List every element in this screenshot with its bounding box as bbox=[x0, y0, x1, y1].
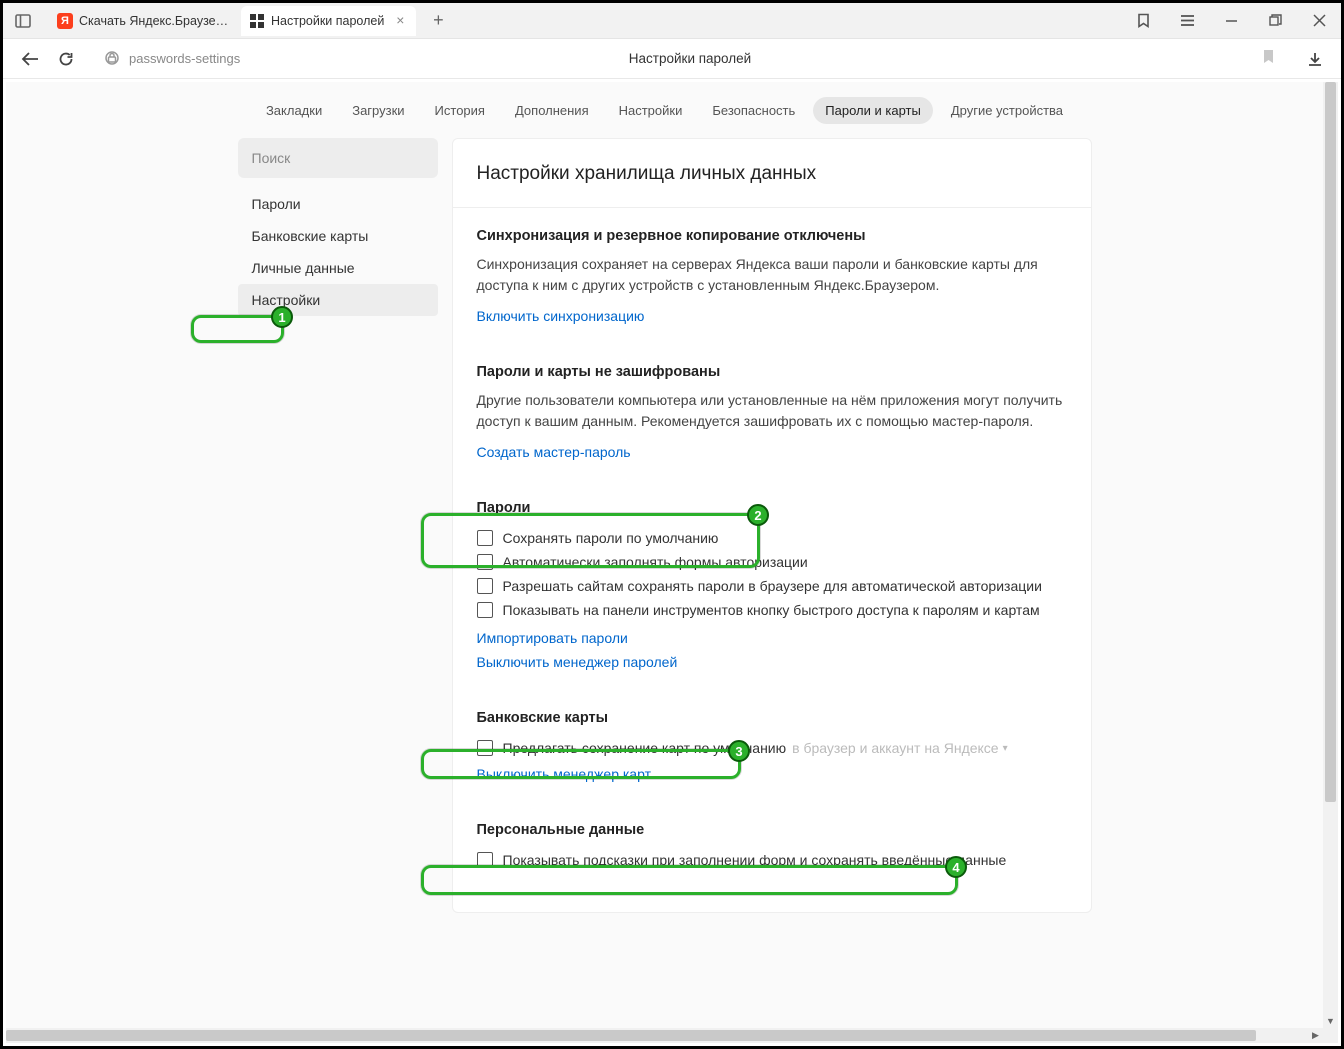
sidebar-item[interactable]: Настройки bbox=[238, 284, 438, 316]
browser-tab-inactive[interactable]: Я Скачать Яндекс.Браузер д bbox=[49, 6, 239, 36]
encryption-heading: Пароли и карты не зашифрованы bbox=[477, 364, 1067, 380]
new-tab-button[interactable]: + bbox=[424, 7, 452, 35]
checkbox-icon bbox=[477, 852, 493, 868]
checkbox-save-passwords[interactable]: Сохранять пароли по умолчанию bbox=[477, 526, 1067, 550]
tab-close-button[interactable]: × bbox=[392, 13, 408, 29]
checkbox-label: Разрешать сайтам сохранять пароли в брау… bbox=[503, 578, 1042, 594]
passwords-section: Пароли Сохранять пароли по умолчанию Авт… bbox=[477, 500, 1067, 678]
search-placeholder: Поиск bbox=[252, 150, 291, 166]
downloads-button[interactable] bbox=[1301, 45, 1329, 73]
window-close-button[interactable] bbox=[1297, 3, 1341, 39]
enable-sync-link[interactable]: Включить синхронизацию bbox=[477, 308, 645, 324]
settings-nav-item[interactable]: Загрузки bbox=[340, 97, 416, 124]
checkbox-save-cards[interactable]: Предлагать сохранение карт по умолчанию … bbox=[477, 736, 1067, 760]
window-controls bbox=[1121, 3, 1341, 39]
encryption-description: Другие пользователи компьютера или устан… bbox=[477, 390, 1067, 432]
page-title-centered: Настройки паролей bbox=[629, 51, 751, 66]
settings-nav-item[interactable]: Закладки bbox=[254, 97, 334, 124]
sidebar-item[interactable]: Банковские карты bbox=[238, 220, 438, 252]
checkbox-icon bbox=[477, 602, 493, 618]
content-viewport: ЗакладкиЗагрузкиИсторияДополненияНастрой… bbox=[6, 82, 1323, 1028]
address-bar: passwords-settings Настройки паролей bbox=[3, 39, 1341, 79]
checkbox-label: Сохранять пароли по умолчанию bbox=[503, 530, 719, 546]
checkbox-icon bbox=[477, 740, 493, 756]
checkbox-show-toolbar-button[interactable]: Показывать на панели инструментов кнопку… bbox=[477, 598, 1067, 622]
checkbox-icon bbox=[477, 578, 493, 594]
checkbox-label: Показывать на панели инструментов кнопку… bbox=[503, 602, 1040, 618]
settings-main-panel: Настройки хранилища личных данных Синхро… bbox=[452, 138, 1092, 913]
settings-nav-item[interactable]: Настройки bbox=[607, 97, 695, 124]
create-master-password-link[interactable]: Создать мастер-пароль bbox=[477, 444, 631, 460]
scrollbar-thumb[interactable] bbox=[6, 1030, 1256, 1041]
scrollbar-thumb[interactable] bbox=[1325, 82, 1336, 802]
settings-nav-item[interactable]: Пароли и карты bbox=[813, 97, 933, 124]
cards-section: Банковские карты Предлагать сохранение к… bbox=[477, 710, 1067, 790]
settings-favicon-icon bbox=[249, 13, 265, 29]
bookmark-button[interactable] bbox=[1262, 49, 1275, 69]
personal-section: Персональные данные Показывать подсказки… bbox=[477, 822, 1067, 872]
panel-toggle-button[interactable] bbox=[9, 7, 37, 35]
settings-nav-item[interactable]: История bbox=[423, 97, 497, 124]
cards-heading: Банковские карты bbox=[477, 710, 1067, 726]
panel-title: Настройки хранилища личных данных bbox=[477, 163, 1067, 185]
sync-section: Синхронизация и резервное копирование от… bbox=[477, 228, 1067, 332]
checkbox-icon bbox=[477, 554, 493, 570]
yandex-favicon-icon: Я bbox=[57, 13, 73, 29]
checkbox-label: Показывать подсказки при заполнении форм… bbox=[503, 852, 1007, 868]
checkbox-autofill-forms[interactable]: Автоматически заполнять формы авторизаци… bbox=[477, 550, 1067, 574]
address-text: passwords-settings bbox=[129, 51, 240, 66]
checkbox-show-form-hints[interactable]: Показывать подсказки при заполнении форм… bbox=[477, 848, 1067, 872]
checkbox-label: Предлагать сохранение карт по умолчанию bbox=[503, 740, 787, 756]
scroll-right-arrow-icon[interactable]: ▶ bbox=[1308, 1028, 1323, 1043]
import-passwords-link[interactable]: Импортировать пароли bbox=[477, 630, 628, 646]
chevron-down-icon[interactable]: ▾ bbox=[1003, 743, 1008, 754]
settings-body: Поиск ПаролиБанковские картыЛичные данны… bbox=[6, 138, 1323, 913]
vertical-scrollbar[interactable]: ▲ ▼ bbox=[1323, 82, 1338, 1028]
settings-search-input[interactable]: Поиск bbox=[238, 138, 438, 178]
settings-top-nav: ЗакладкиЗагрузки ИсторияДополненияНастрой… bbox=[6, 82, 1323, 138]
tab-label: Скачать Яндекс.Браузер д bbox=[79, 14, 231, 28]
sync-heading: Синхронизация и резервное копирование от… bbox=[477, 228, 1067, 244]
settings-sidebar: Поиск ПаролиБанковские картыЛичные данны… bbox=[238, 138, 438, 913]
site-info-icon[interactable] bbox=[105, 51, 121, 67]
personal-heading: Персональные данные bbox=[477, 822, 1067, 838]
passwords-heading: Пароли bbox=[477, 500, 1067, 516]
encryption-section: Пароли и карты не зашифрованы Другие пол… bbox=[477, 364, 1067, 468]
divider bbox=[453, 207, 1091, 208]
window-maximize-button[interactable] bbox=[1253, 3, 1297, 39]
scroll-down-arrow-icon[interactable]: ▼ bbox=[1323, 1013, 1338, 1028]
sync-description: Синхронизация сохраняет на серверах Янде… bbox=[477, 254, 1067, 296]
back-button[interactable] bbox=[15, 44, 45, 74]
settings-nav-item[interactable]: Дополнения bbox=[503, 97, 601, 124]
checkbox-allow-sites-save[interactable]: Разрешать сайтам сохранять пароли в брау… bbox=[477, 574, 1067, 598]
reload-button[interactable] bbox=[51, 44, 81, 74]
browser-tab-active[interactable]: Настройки паролей × bbox=[241, 6, 416, 36]
tab-strip: Я Скачать Яндекс.Браузер д Настройки пар… bbox=[3, 3, 1341, 39]
menu-button[interactable] bbox=[1165, 3, 1209, 39]
bookmarks-tray-button[interactable] bbox=[1121, 3, 1165, 39]
horizontal-scrollbar[interactable]: ◀ ▶ bbox=[6, 1028, 1323, 1043]
settings-nav-item[interactable]: Другие устройства bbox=[939, 97, 1075, 124]
cards-save-target-hint: в браузер и аккаунт на Яндексе bbox=[792, 740, 998, 756]
disable-password-manager-link[interactable]: Выключить менеджер паролей bbox=[477, 654, 678, 670]
scroll-corner bbox=[1323, 1028, 1338, 1043]
settings-nav-item[interactable]: Безопасность bbox=[700, 97, 807, 124]
sidebar-item[interactable]: Пароли bbox=[238, 188, 438, 220]
tab-label: Настройки паролей bbox=[271, 14, 384, 28]
checkbox-icon bbox=[477, 530, 493, 546]
omnibox[interactable]: passwords-settings Настройки паролей bbox=[95, 44, 1285, 74]
disable-card-manager-link[interactable]: Выключить менеджер карт bbox=[477, 766, 651, 782]
checkbox-label: Автоматически заполнять формы авторизаци… bbox=[503, 554, 808, 570]
window-minimize-button[interactable] bbox=[1209, 3, 1253, 39]
sidebar-item[interactable]: Личные данные bbox=[238, 252, 438, 284]
